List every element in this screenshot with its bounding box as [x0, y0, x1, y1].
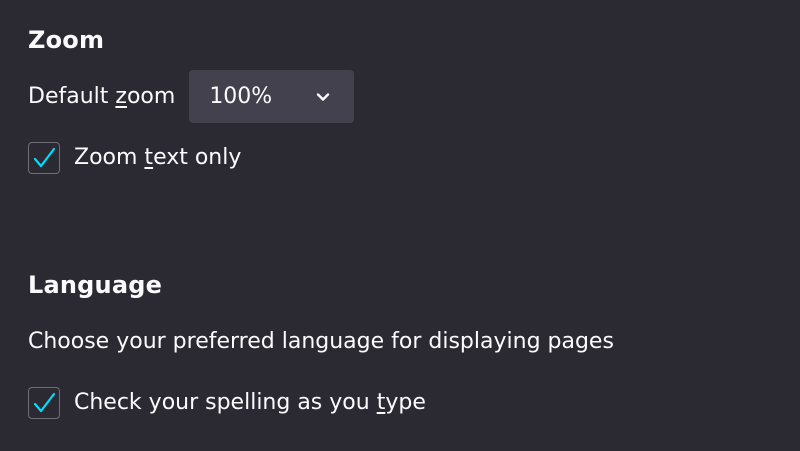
zoom-text-only-label[interactable]: Zoom text only — [74, 147, 241, 169]
zoom-text-only-row: Zoom text only — [28, 142, 241, 174]
spell-check-label-post: ype — [385, 390, 426, 415]
checkmark-icon — [31, 390, 57, 416]
default-zoom-label-pre: Default — [28, 83, 116, 109]
spell-check-label[interactable]: Check your spelling as you type — [74, 392, 426, 414]
default-zoom-select[interactable]: 100% — [189, 70, 355, 123]
spell-check-label-pre: Check your spelling as you — [74, 390, 377, 415]
default-zoom-value: 100% — [209, 83, 273, 109]
default-zoom-label-post: oom — [126, 83, 176, 109]
zoom-text-only-access-key: t — [144, 145, 154, 170]
default-zoom-row: Default zoom 100% — [28, 70, 355, 123]
language-description: Choose your preferred language for displ… — [28, 329, 614, 354]
default-zoom-label-access-key: z — [115, 83, 127, 109]
chevron-down-icon — [316, 92, 330, 102]
zoom-section-heading: Zoom — [28, 26, 105, 54]
spell-check-row: Check your spelling as you type — [28, 387, 426, 419]
default-zoom-label: Default zoom — [28, 83, 176, 109]
language-section-heading: Language — [28, 271, 163, 299]
zoom-text-only-label-pre: Zoom — [74, 145, 145, 170]
checkmark-icon — [31, 145, 57, 171]
spell-check-checkbox[interactable] — [28, 387, 60, 419]
zoom-text-only-checkbox[interactable] — [28, 142, 60, 174]
zoom-text-only-label-post: ext only — [153, 145, 242, 170]
